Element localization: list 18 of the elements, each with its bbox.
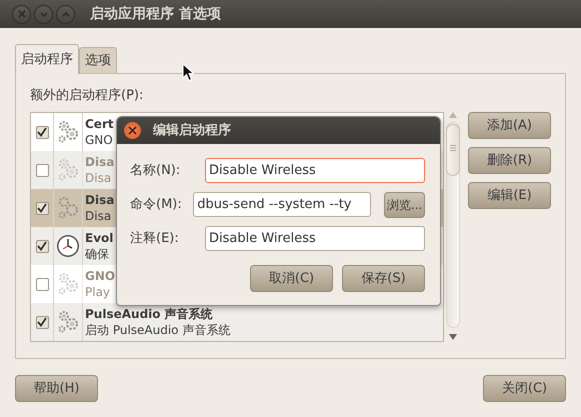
list-label: 额外的启动程序(P): <box>30 87 144 105</box>
program-name: PulseAudio 声音系统 <box>85 306 214 322</box>
program-name: Disa <box>85 154 114 170</box>
window-title: 启动应用程序 首选项 <box>90 4 221 24</box>
program-description: Disa <box>85 170 112 186</box>
program-description: 确保 <box>85 246 110 262</box>
program-description: Disa <box>85 208 112 224</box>
program-description: GNO <box>85 132 114 148</box>
program-name: Cert <box>85 116 114 132</box>
program-description: Play <box>85 284 112 300</box>
program-name: Evol <box>85 230 114 246</box>
program-name: GNO <box>85 268 116 284</box>
field-label: 命令(M): <box>130 196 183 214</box>
dialog-title: 编辑启动程序 <box>153 122 231 140</box>
field-label: 名称(N): <box>130 162 182 180</box>
field-label: 注释(E): <box>130 230 180 248</box>
program-name: Disa <box>85 192 114 208</box>
program-description: 启动 PulseAudio 声音系统 <box>85 322 230 338</box>
